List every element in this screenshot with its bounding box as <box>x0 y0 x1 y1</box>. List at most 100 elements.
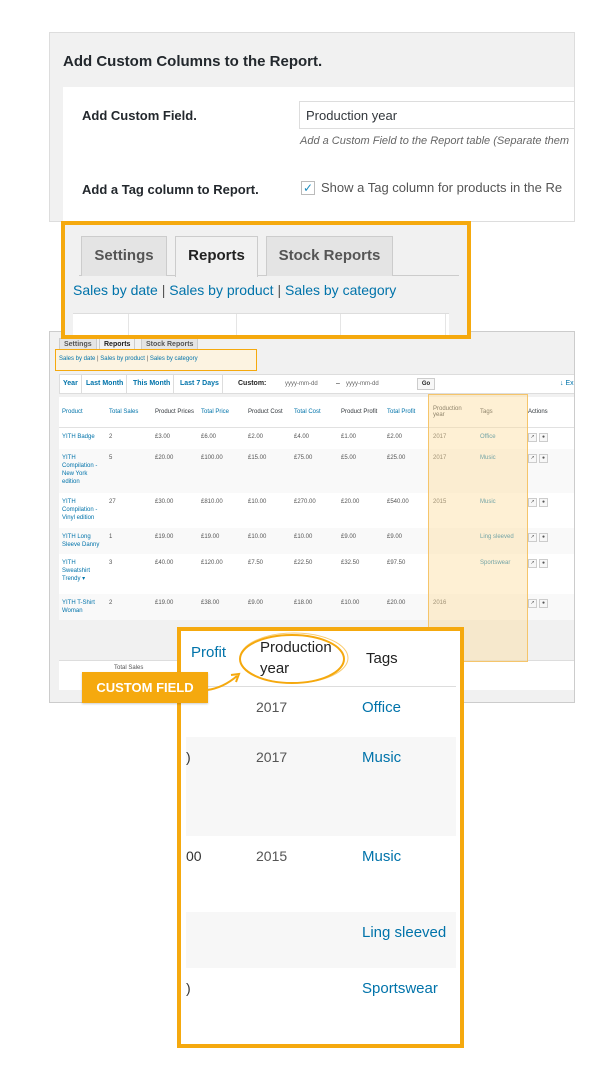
cell-prices: £40.00 <box>155 560 174 566</box>
edit-icon[interactable]: ↗ <box>528 533 537 542</box>
mini-link-sales-by-category[interactable]: Sales by category <box>150 356 198 362</box>
edit-icon[interactable]: ↗ <box>528 432 537 442</box>
cell-profit: £10.00 <box>338 594 384 620</box>
cell-total-cost: £18.00 <box>291 594 338 620</box>
cell-total-cost: £22.50 <box>294 560 313 566</box>
zoom-cell-tags[interactable]: Music <box>362 848 401 865</box>
tab-bar: Settings Reports Stock Reports <box>79 236 459 277</box>
cell-total-price: £100.00 <box>198 449 245 493</box>
highlight-circle-icon <box>239 632 349 684</box>
cell-cost: £9.00 <box>245 594 291 620</box>
tag-column-checkbox-label: Show a Tag column for products in the Re <box>321 180 563 195</box>
edit-icon[interactable]: ↗ <box>528 498 537 507</box>
zoom-cell-tags[interactable]: Music <box>362 749 401 766</box>
edit-icon[interactable]: ↗ <box>528 454 537 463</box>
range-last-7-days[interactable]: Last 7 Days <box>177 375 223 393</box>
view-icon[interactable]: ● <box>539 533 548 542</box>
cell-sales: 27 <box>109 499 116 505</box>
cell-product[interactable]: YITH Compilation - New York edition <box>59 449 106 493</box>
mini-link-sales-by-date[interactable]: Sales by date <box>59 356 95 362</box>
cell-product[interactable]: YITH T-Shirt Woman <box>59 594 106 620</box>
col-product-cost: Product Cost <box>245 397 291 428</box>
cell-prices: £30.00 <box>155 499 174 505</box>
cell-cost: £10.00 <box>245 528 291 554</box>
cell-cost: £7.50 <box>248 560 264 566</box>
tab-reports[interactable]: Reports <box>175 236 258 277</box>
cell-prices: £19.00 <box>152 528 198 554</box>
cell-total-cost: £10.00 <box>291 528 338 554</box>
tabs-zoom-panel: Settings Reports Stock Reports Sales by … <box>61 221 471 339</box>
link-sales-by-category[interactable]: Sales by category <box>285 282 396 298</box>
zoom-row: 2017 Office <box>186 687 456 737</box>
cell-total-cost: £4.00 <box>294 433 310 440</box>
date-to-input[interactable]: yyyy-mm-dd <box>346 378 406 390</box>
tag-column-checkbox[interactable]: ✓ <box>301 181 315 195</box>
cell-actions: ↗ ● <box>525 449 574 493</box>
custom-field-label: Add Custom Field. <box>82 108 197 123</box>
view-icon[interactable]: ● <box>539 432 548 442</box>
cell-profit: £32.50 <box>341 560 360 566</box>
col-product-profit: Product Profit <box>338 397 384 428</box>
mini-sub-nav: Sales by date | Sales by product | Sales… <box>59 356 198 362</box>
custom-range-label: Custom: <box>238 380 267 387</box>
view-icon[interactable]: ● <box>539 454 548 463</box>
zoom-cell-tags[interactable]: Office <box>362 699 401 716</box>
range-year[interactable]: Year <box>60 375 82 393</box>
view-icon[interactable]: ● <box>539 559 548 568</box>
zoom-row: 00 2015 Music <box>186 836 456 912</box>
link-sales-by-product[interactable]: Sales by product <box>169 282 273 298</box>
cell-profit: £1.00 <box>341 433 357 440</box>
separator: | <box>146 356 149 362</box>
cell-total-cost: £75.00 <box>291 449 338 493</box>
separator: | <box>97 356 99 362</box>
mini-sub-nav-highlight: Sales by date | Sales by product | Sales… <box>55 349 257 371</box>
range-this-month[interactable]: This Month <box>130 375 175 393</box>
cell-total-profit: £25.00 <box>384 449 430 493</box>
cell-profit: £20.00 <box>341 499 360 505</box>
settings-card: Add Custom Field. Production year Add a … <box>63 87 574 221</box>
link-sales-by-date[interactable]: Sales by date <box>73 282 158 298</box>
col-total-profit[interactable]: Total Profit <box>384 397 430 428</box>
footer-total-label: Total Sales <box>114 665 144 671</box>
cell-sales: 2 <box>106 594 152 620</box>
tag-column-label: Add a Tag column to Report. <box>82 182 259 197</box>
cell-actions: ↗ ● <box>525 554 574 594</box>
mini-link-sales-by-product[interactable]: Sales by product <box>100 356 145 362</box>
cell-actions: ↗ ● <box>525 427 574 449</box>
cell-product[interactable]: YITH Compilation - Vinyl edition <box>59 493 106 528</box>
custom-field-badge: CUSTOM FIELD <box>82 672 208 703</box>
zoom-col-tags: Tags <box>366 650 398 667</box>
col-total-cost[interactable]: Total Cost <box>291 397 338 428</box>
range-last-month[interactable]: Last Month <box>83 375 128 393</box>
zoom-cell-tags[interactable]: Ling sleeved <box>362 924 446 941</box>
col-product-prices: Product Prices <box>152 397 198 428</box>
go-button[interactable]: Go <box>417 378 435 390</box>
col-actions: Actions <box>525 397 574 428</box>
view-icon[interactable]: ● <box>539 498 548 507</box>
cell-prices: £19.00 <box>152 594 198 620</box>
cell-product[interactable]: YITH Long Sleeve Danny <box>59 528 106 554</box>
cell-cost: £15.00 <box>245 449 291 493</box>
cell-prices: £3.00 <box>155 433 171 440</box>
view-icon[interactable]: ● <box>539 599 548 608</box>
export-link[interactable]: ↓ Ex <box>560 375 574 393</box>
cell-actions: ↗ ● <box>525 493 574 528</box>
zoom-col-profit[interactable]: Profit <box>191 644 226 661</box>
separator: | <box>161 282 166 298</box>
edit-icon[interactable]: ↗ <box>528 599 537 608</box>
cell-sales: 2 <box>109 433 113 440</box>
tab-stock-reports[interactable]: Stock Reports <box>266 236 393 276</box>
zoom-cell-tags[interactable]: Sportswear <box>362 980 438 997</box>
cell-total-profit: £97.50 <box>387 560 406 566</box>
col-total-sales[interactable]: Total Sales <box>106 397 152 428</box>
cell-product[interactable]: YITH Badge <box>59 427 106 449</box>
zoom-cell-year: 2015 <box>256 848 288 864</box>
cell-actions: ↗ ● <box>525 528 574 554</box>
col-product[interactable]: Product <box>59 397 106 428</box>
cell-total-price: £19.00 <box>198 528 245 554</box>
col-total-price[interactable]: Total Price <box>198 397 245 428</box>
custom-field-input[interactable]: Production year <box>299 101 574 129</box>
cell-product[interactable]: YITH Sweatshirt Trendy ▾ <box>59 554 106 594</box>
edit-icon[interactable]: ↗ <box>528 559 537 568</box>
tab-settings[interactable]: Settings <box>81 236 167 276</box>
